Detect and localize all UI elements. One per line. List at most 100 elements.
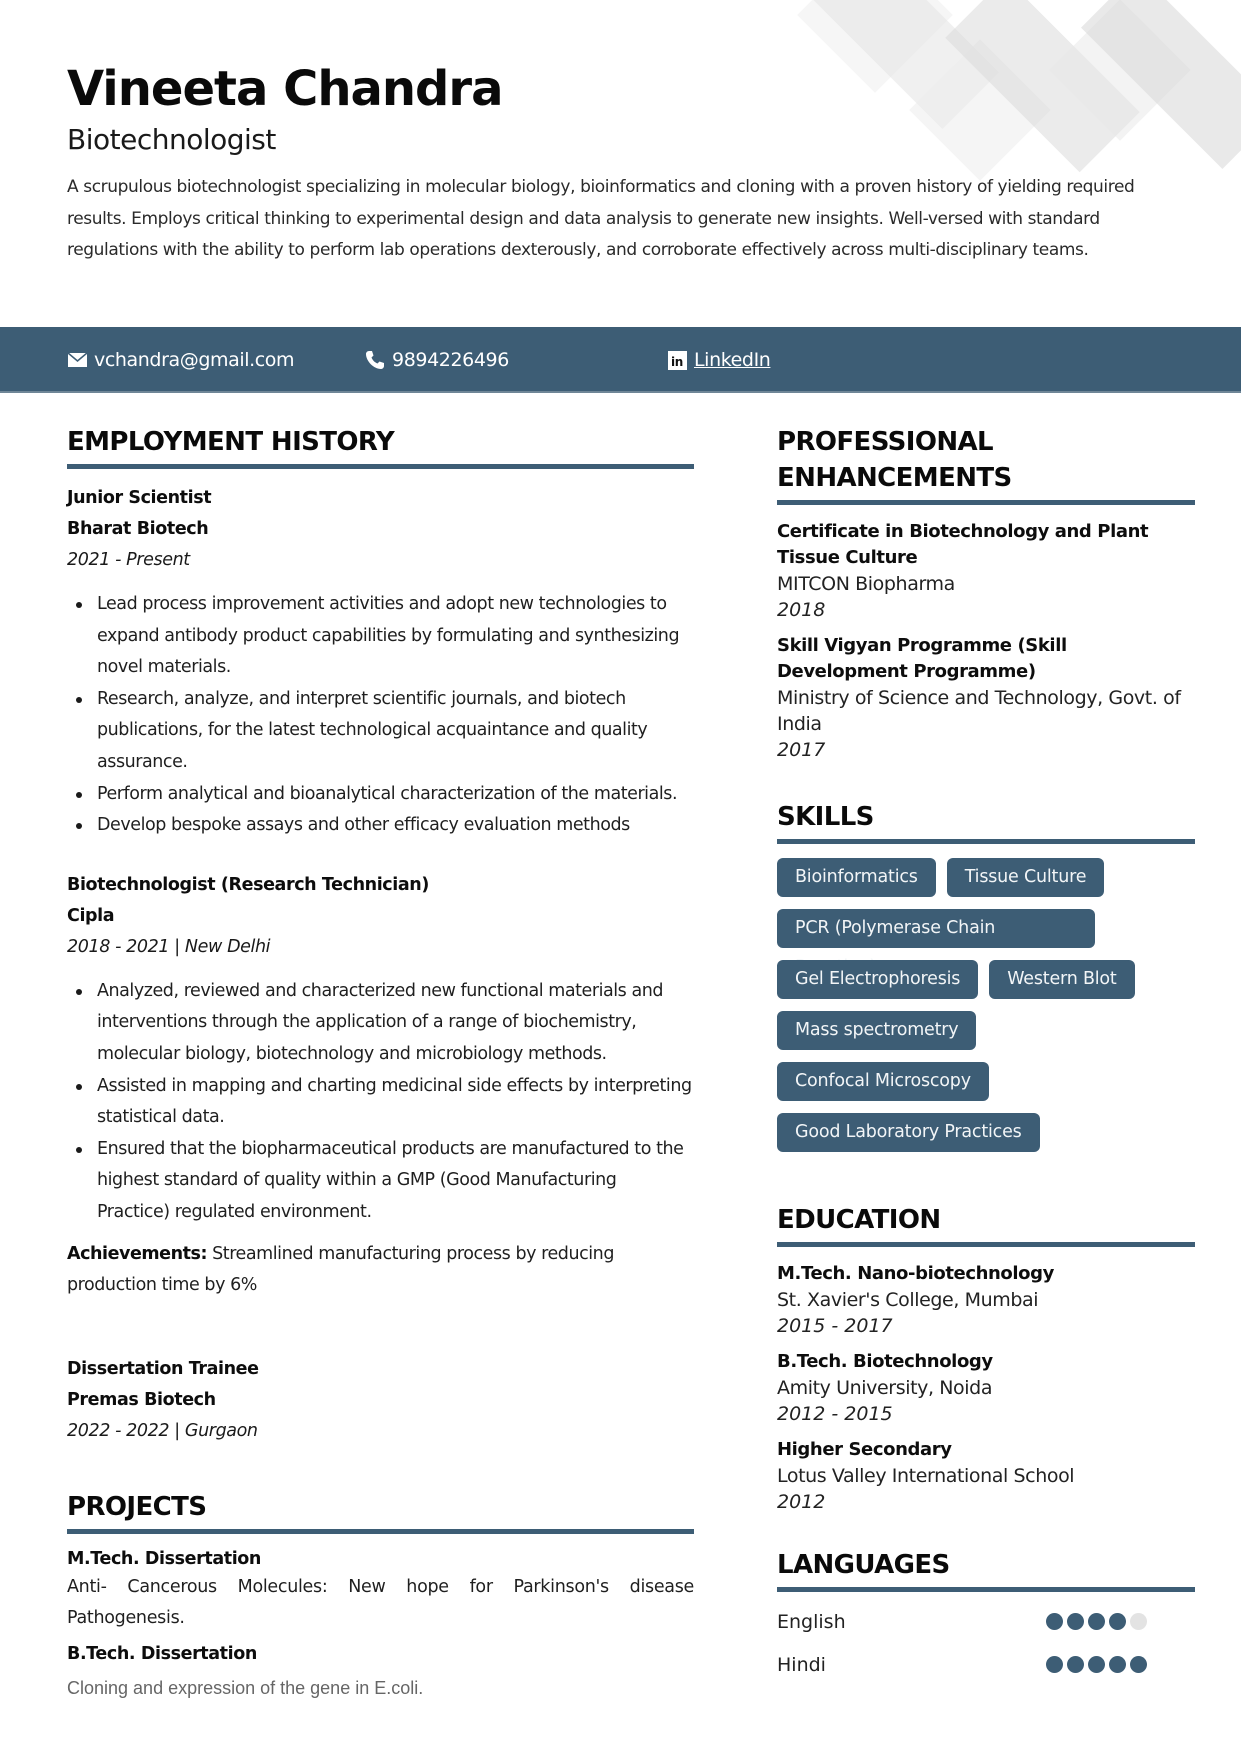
linkedin-link[interactable]: LinkedIn	[694, 349, 771, 371]
envelope-icon	[67, 350, 87, 370]
skill-chip: PCR (Polymerase Chain Reaction)	[777, 909, 1095, 977]
projects-section: PROJECTS M.Tech. Dissertation Anti- Canc…	[67, 1489, 694, 1701]
job-entry: Dissertation Trainee Premas Biotech 2022…	[67, 1354, 694, 1447]
job-date: 2022 - 2022 | Gurgaon	[67, 1420, 258, 1441]
education-entry: B.Tech. Biotechnology Amity University, …	[777, 1349, 1195, 1427]
project-entry: B.Tech. Dissertation Cloning and express…	[67, 1641, 694, 1701]
education-degree: M.Tech. Nano-biotechnology	[777, 1263, 1054, 1284]
contact-bar: vchandra@gmail.com 9894226496 in LinkedI…	[0, 327, 1241, 393]
job-title: Biotechnologist (Research Technician)	[67, 874, 429, 895]
contact-email[interactable]: vchandra@gmail.com	[67, 327, 295, 393]
linkedin-icon: in	[667, 350, 687, 370]
job-date: 2021 - Present	[67, 550, 190, 570]
profile-summary: A scrupulous biotechnologist specializin…	[67, 177, 1135, 260]
language-row: English	[777, 1600, 1147, 1643]
rating-dot-filled	[1067, 1656, 1084, 1673]
languages-list: English Hindi	[777, 1600, 1195, 1686]
enhancement-title: Skill Vigyan Programme (Skill Developmen…	[777, 635, 1067, 682]
bullet-item: Ensured that the biopharmaceutical produ…	[67, 1134, 694, 1229]
education-section: EDUCATION M.Tech. Nano-biotechnology St.…	[777, 1202, 1195, 1515]
rating-dot-filled	[1130, 1656, 1147, 1673]
project-entry: M.Tech. Dissertation Anti- Cancerous Mol…	[67, 1546, 694, 1635]
rating-dot-filled	[1046, 1656, 1063, 1673]
job-achievements: Achievements: Streamlined manufacturing …	[67, 1239, 694, 1302]
job-entry: Junior Scientist Bharat Biotech 2021 - P…	[67, 483, 694, 842]
skill-chip: Confocal Microscopy	[777, 1062, 989, 1101]
right-column: PROFESSIONAL ENHANCEMENTS Certificate in…	[777, 424, 1195, 1686]
education-date: 2012 - 2015	[777, 1403, 893, 1425]
rating-dot-empty	[1130, 1613, 1147, 1630]
project-description: Anti- Cancerous Molecules: New hope for …	[67, 1576, 694, 1629]
project-title: B.Tech. Dissertation	[67, 1643, 257, 1664]
candidate-title: Biotechnologist	[67, 123, 276, 156]
employment-section: EMPLOYMENT HISTORY Junior Scientist Bhar…	[67, 424, 694, 1447]
rating-dot-filled	[1109, 1656, 1126, 1673]
section-divider	[777, 1587, 1195, 1592]
resume-header: Vineeta Chandra Biotechnologist A scrupu…	[67, 58, 1177, 267]
education-school: Amity University, Noida	[777, 1377, 993, 1399]
skill-chip: Good Laboratory Practices	[777, 1113, 1040, 1152]
education-school: St. Xavier's College, Mumbai	[777, 1289, 1039, 1311]
skill-chip: Mass spectrometry	[777, 1011, 977, 1050]
section-title-projects: PROJECTS	[67, 1491, 207, 1522]
enhancement-org: Ministry of Science and Technology, Govt…	[777, 687, 1181, 735]
skills-list: Bioinformatics Tissue Culture PCR (Polym…	[777, 858, 1195, 1152]
bullet-item: Perform analytical and bioanalytical cha…	[67, 779, 694, 811]
language-name: Hindi	[777, 1653, 826, 1676]
language-level-rating	[1046, 1613, 1147, 1630]
bullet-item: Research, analyze, and interpret scienti…	[67, 684, 694, 779]
job-title: Junior Scientist	[67, 488, 212, 508]
rating-dot-filled	[1067, 1613, 1084, 1630]
job-bullets: Lead process improvement activities and …	[67, 589, 694, 842]
section-title-employment: EMPLOYMENT HISTORY	[67, 427, 395, 457]
education-date: 2015 - 2017	[777, 1315, 893, 1337]
bullet-item: Assisted in mapping and charting medicin…	[67, 1071, 694, 1134]
language-row: Hindi	[777, 1643, 1147, 1686]
section-title-skills: SKILLS	[777, 802, 874, 832]
skill-chip: Western Blot	[989, 960, 1135, 999]
languages-section: LANGUAGES English Hindi	[777, 1547, 1195, 1686]
professional-enhancements-section: PROFESSIONAL ENHANCEMENTS Certificate in…	[777, 424, 1195, 763]
enhancement-entry: Skill Vigyan Programme (Skill Developmen…	[777, 633, 1195, 763]
language-name: English	[777, 1610, 846, 1633]
bullet-item: Develop bespoke assays and other efficac…	[67, 810, 694, 842]
enhancement-title: Certificate in Biotechnology and Plant T…	[777, 521, 1149, 568]
enhancement-org: MITCON Biopharma	[777, 573, 955, 595]
education-degree: B.Tech. Biotechnology	[777, 1351, 993, 1372]
enhancement-date: 2017	[777, 739, 826, 761]
enhancement-entry: Certificate in Biotechnology and Plant T…	[777, 519, 1195, 623]
rating-dot-filled	[1088, 1613, 1105, 1630]
rating-dot-filled	[1109, 1613, 1126, 1630]
rating-dot-filled	[1046, 1613, 1063, 1630]
project-title: M.Tech. Dissertation	[67, 1548, 261, 1569]
bullet-item: Lead process improvement activities and …	[67, 589, 694, 684]
candidate-name: Vineeta Chandra	[67, 61, 503, 117]
section-title-professional-enhancements: PROFESSIONAL ENHANCEMENTS	[777, 427, 1012, 493]
section-title-education: EDUCATION	[777, 1205, 941, 1235]
enhancement-date: 2018	[777, 599, 826, 621]
section-divider	[777, 500, 1195, 505]
job-company: Cipla	[67, 905, 115, 926]
education-school: Lotus Valley International School	[777, 1465, 1075, 1487]
contact-linkedin[interactable]: in LinkedIn	[667, 327, 771, 393]
rating-dot-filled	[1088, 1656, 1105, 1673]
job-bullets: Analyzed, reviewed and characterized new…	[67, 976, 694, 1229]
svg-text:in: in	[671, 355, 683, 369]
project-description: Cloning and expression of the gene in E.…	[67, 1677, 424, 1698]
phone-icon	[365, 350, 385, 370]
section-title-languages: LANGUAGES	[777, 1550, 950, 1580]
skill-chip: Tissue Culture	[946, 858, 1105, 897]
skill-chip: Bioinformatics	[777, 858, 936, 897]
email-text: vchandra@gmail.com	[94, 349, 295, 371]
education-degree: Higher Secondary	[777, 1439, 952, 1460]
job-company: Bharat Biotech	[67, 519, 209, 539]
job-date: 2018 - 2021 | New Delhi	[67, 936, 271, 957]
section-divider	[777, 1242, 1195, 1247]
achievements-label: Achievements:	[67, 1243, 208, 1264]
section-divider	[67, 1528, 694, 1534]
phone-text: 9894226496	[392, 349, 509, 371]
section-divider	[777, 839, 1195, 844]
contact-phone[interactable]: 9894226496	[365, 327, 509, 393]
section-divider	[67, 464, 694, 469]
job-company: Premas Biotech	[67, 1389, 216, 1410]
